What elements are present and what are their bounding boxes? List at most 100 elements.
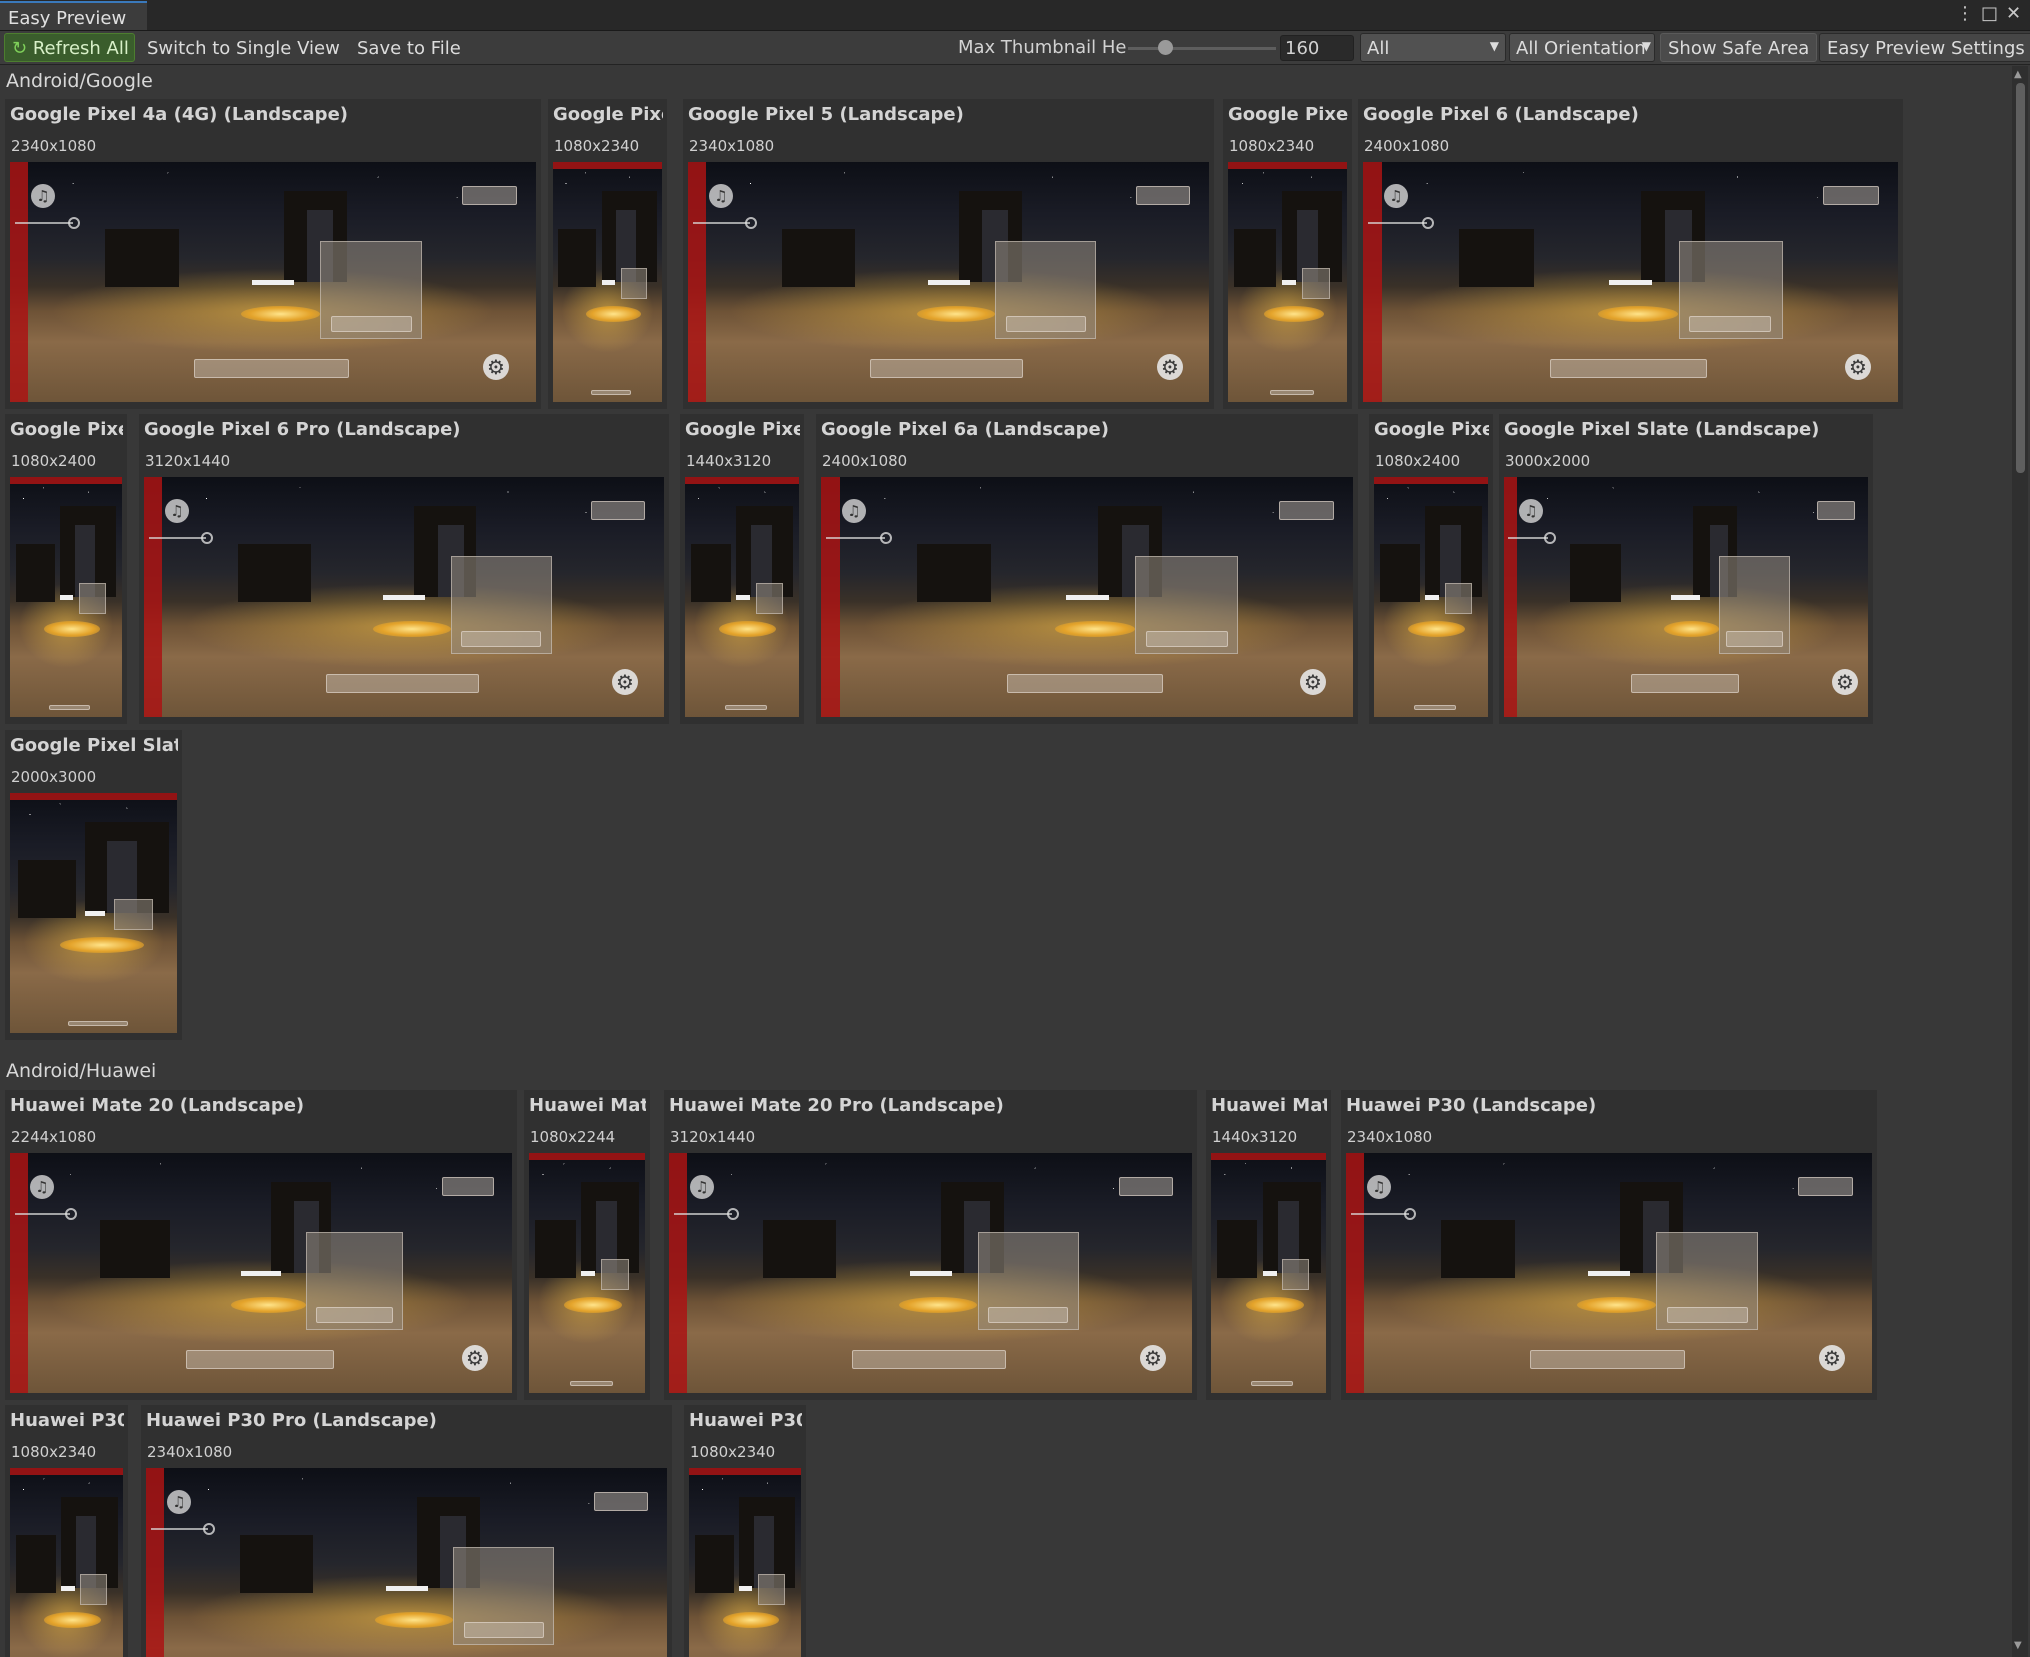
ruin-block [1441, 1220, 1515, 1278]
game-preview-thumbnail [553, 162, 662, 402]
meditate-prompt [186, 1350, 334, 1369]
show-safe-area-toggle[interactable]: Show Safe Area [1660, 33, 1818, 62]
device-filter-dropdown[interactable]: All ▼ [1360, 33, 1506, 62]
ruin-block [1234, 229, 1276, 287]
group-header: Android/Google [6, 70, 153, 92]
device-resolution: 2244x1080 [11, 1128, 97, 1146]
meditate-prompt [49, 705, 90, 710]
game-preview-thumbnail: ♫⚙ [10, 1153, 512, 1393]
device-preview-card[interactable]: Google Pixe 1080x2340 [548, 99, 667, 409]
campfire [1264, 306, 1324, 322]
device-preview-card[interactable]: Huawei Mat 1440x3120 [1206, 1090, 1331, 1400]
music-note-icon: ♫ [31, 184, 55, 208]
volume-slider [15, 222, 73, 224]
device-name: Google Pixe [685, 419, 800, 440]
device-preview-card[interactable]: Google Pixel 6 (Landscape) 2400x1080 ♫ ⚙ [1358, 99, 1903, 409]
device-preview-card[interactable]: Google Pixel Slate (Landscape) 3000x2000 ♫… [1499, 414, 1873, 724]
tab-easy-preview[interactable]: Easy Preview [0, 1, 147, 30]
safe-area-overlay [146, 1468, 164, 1657]
device-preview-card[interactable]: Huawei Mat 1080x2244 [524, 1090, 650, 1400]
device-preview-card[interactable]: Google Pixel 5 (Landscape) 2340x1080 ♫ ⚙ [683, 99, 1214, 409]
safe-area-overlay [821, 477, 840, 717]
slider-handle[interactable] [1158, 40, 1173, 55]
easy-preview-settings-button[interactable]: Easy Preview Settings [1819, 33, 2030, 62]
volume-slider [1351, 1213, 1409, 1215]
settings-panel [114, 899, 153, 930]
ruin-block [240, 1535, 313, 1593]
device-name: Google Pixel Slate (Landscape) [1504, 419, 1820, 440]
music-note-icon: ♫ [842, 499, 866, 523]
device-preview-card[interactable]: Google Pixe 1080x2400 [1369, 414, 1493, 724]
campfire [375, 1612, 453, 1628]
device-preview-card[interactable]: Google Pixe 1440x3120 [680, 414, 804, 724]
gear-icon: ⚙ [1845, 354, 1871, 380]
scrollbar-thumb[interactable] [2016, 83, 2025, 473]
campfire [241, 306, 320, 322]
safe-area-overlay [529, 1153, 645, 1160]
device-preview-card[interactable]: Google Pixel 6 Pro (Landscape) 3120x1440 ♫… [139, 414, 669, 724]
device-resolution: 2340x1080 [1347, 1128, 1433, 1146]
refresh-all-button[interactable]: ↻ Refresh All [4, 33, 135, 62]
device-preview-card[interactable]: Google Pixe 1080x2340 [1223, 99, 1352, 409]
switch-to-single-view-button[interactable]: Switch to Single View [139, 33, 348, 62]
exit-game-button [316, 1307, 393, 1323]
meditate-prompt [570, 1381, 613, 1386]
volume-slider-dot [1404, 1208, 1416, 1220]
hud-bar [383, 595, 425, 600]
device-preview-card[interactable]: Huawei P30 1080x2340 [684, 1405, 806, 1657]
hud-bar [1263, 1271, 1277, 1276]
settings-panel [80, 1574, 107, 1605]
device-preview-card[interactable]: Huawei Mate 20 (Landscape) 2244x1080 ♫ ⚙ [5, 1090, 517, 1400]
campfire [231, 1297, 306, 1313]
campfire [1246, 1297, 1304, 1313]
zoom-button [462, 186, 517, 205]
device-preview-card[interactable]: Google Pixel 6a (Landscape) 2400x1080 ♫ ⚙ [816, 414, 1358, 724]
max-thumbnail-height-input[interactable]: 160 [1280, 35, 1354, 61]
device-preview-card[interactable]: Google Pixel 4a (4G) (Landscape) 2340x108… [5, 99, 541, 409]
ruin-block [1380, 544, 1420, 602]
device-name: Google Pixel 6a (Landscape) [821, 419, 1109, 440]
maximize-icon[interactable]: □ [1981, 3, 1998, 24]
music-note-icon: ♫ [30, 1175, 54, 1199]
safe-area-overlay [10, 1153, 28, 1393]
ruin-block [691, 544, 731, 602]
device-name: Google Pixe [1228, 104, 1348, 125]
hud-bar [1671, 595, 1700, 600]
gear-icon: ⚙ [612, 669, 638, 695]
game-preview-thumbnail: ♫⚙ [144, 477, 664, 717]
meditate-prompt [194, 359, 349, 378]
device-preview-card[interactable]: Huawei P30 Pro (Landscape) 2340x1080 ♫⚙ [141, 1405, 672, 1657]
game-preview-thumbnail: ♫⚙ [669, 1153, 1192, 1393]
device-preview-card[interactable]: Huawei Mate 20 Pro (Landscape) 3120x1440 ♫… [664, 1090, 1197, 1400]
meditate-prompt [326, 674, 479, 693]
meditate-prompt [591, 390, 631, 395]
hud-bar [60, 595, 73, 600]
orientation-dropdown[interactable]: All Orientation ▼ [1509, 33, 1655, 62]
campfire [1055, 621, 1135, 637]
device-preview-card[interactable]: Google Pixel Slat 2000x3000 [5, 730, 182, 1040]
meditate-prompt [1251, 1381, 1293, 1386]
settings-panel [1445, 583, 1472, 614]
max-thumbnail-height-slider[interactable] [1128, 47, 1276, 50]
close-icon[interactable]: ✕ [2006, 3, 2021, 24]
scroll-down-arrow-icon[interactable]: ▼ [2014, 1640, 2022, 1651]
ruin-block [16, 1535, 56, 1593]
device-name: Google Pixel 6 Pro (Landscape) [144, 419, 461, 440]
scroll-up-arrow-icon[interactable]: ▲ [2014, 69, 2022, 80]
hud-bar [1425, 595, 1439, 600]
game-preview-thumbnail [1228, 162, 1347, 402]
max-thumbnail-height-label: Max Thumbnail He [958, 37, 1127, 58]
device-preview-card[interactable]: Huawei P30 (Landscape) 2340x1080 ♫ ⚙ [1341, 1090, 1877, 1400]
game-preview-thumbnail [10, 793, 177, 1033]
settings-panel [621, 268, 647, 299]
gear-icon: ⚙ [1157, 354, 1183, 380]
volume-slider [1508, 537, 1548, 539]
kebab-menu-icon[interactable]: ⋮ [1956, 3, 1974, 24]
gear-icon: ⚙ [1140, 1345, 1166, 1371]
save-to-file-button[interactable]: Save to File [349, 33, 469, 62]
zoom-button [1119, 1177, 1173, 1196]
device-preview-card[interactable]: Huawei P30 1080x2340 [5, 1405, 128, 1657]
device-preview-card[interactable]: Google Pixe 1080x2400 [5, 414, 127, 724]
safe-area-overlay [685, 477, 799, 484]
preview-scroll-area[interactable]: Android/Google Google Pixel 4a (4G) (Land… [0, 65, 2010, 1657]
